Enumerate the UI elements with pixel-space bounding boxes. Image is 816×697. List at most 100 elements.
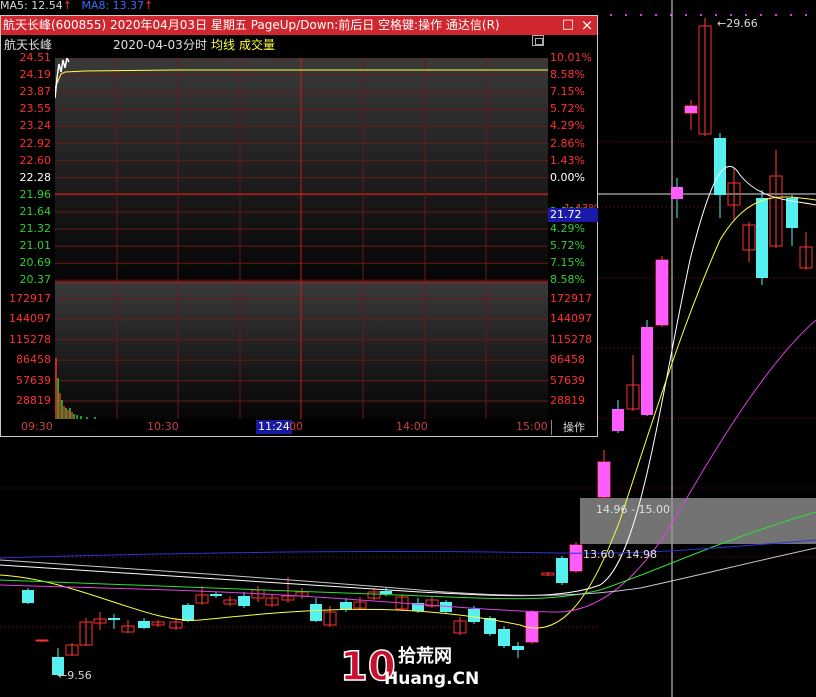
top-dot xyxy=(625,14,627,16)
candle-body-filled xyxy=(570,545,582,571)
percent-level-label: 7.15% xyxy=(550,85,585,99)
moving-average-legend: MA5: 12.54↑ MA8: 13.37↑ xyxy=(0,0,159,12)
candle-body xyxy=(210,594,222,596)
candle-body xyxy=(22,590,34,603)
candle-body xyxy=(786,198,798,228)
price-level-label: 24.19 xyxy=(19,68,52,82)
avg-line-label: 均线 xyxy=(211,38,236,52)
top-dot xyxy=(805,14,807,16)
volume-label: 成交量 xyxy=(239,38,276,52)
candle-body-filled xyxy=(598,462,610,497)
percent-level-label: 2.86% xyxy=(550,136,585,150)
watermark-domain: Huang.CN xyxy=(384,669,478,689)
top-dot xyxy=(655,14,657,16)
candle-body-filled xyxy=(612,409,624,431)
candle-body xyxy=(35,639,49,642)
volume-level-label: 115278 xyxy=(9,332,51,346)
percent-level-label: 7.15% xyxy=(550,256,585,270)
volume-level-label: 57639 xyxy=(550,373,585,387)
top-dot xyxy=(640,14,642,16)
candle-body xyxy=(238,596,250,606)
price-level-label: 22.28 xyxy=(19,170,52,184)
volume-level-label: 28819 xyxy=(16,394,51,407)
volume-level-label: 57639 xyxy=(16,373,51,387)
minimize-icon[interactable]: □ xyxy=(561,18,575,32)
candle-body xyxy=(310,604,322,621)
watermark-cn-text: 拾荒网 xyxy=(398,645,452,667)
period-high-label: ←29.66 xyxy=(717,17,758,30)
candle-body xyxy=(468,609,480,622)
percent-level-label: 4.29% xyxy=(550,119,585,133)
zone-upper-label: 14.96 - 15.00 xyxy=(596,503,670,516)
percent-level-label: 0.00% xyxy=(550,170,585,184)
ma8-value: MA8: 13.37 xyxy=(81,0,145,12)
popup-info-bar: 航天长峰 2020-04-03 分时 均线 成交量 xyxy=(1,35,597,55)
candle-body-filled xyxy=(656,260,668,325)
time-label-1300: 00 xyxy=(289,420,303,433)
price-level-label: 21.32 xyxy=(19,222,52,235)
candle-body-filled xyxy=(641,327,653,415)
candle-body-filled xyxy=(671,187,683,199)
price-level-label: 23.87 xyxy=(19,85,52,99)
price-level-label: 23.24 xyxy=(19,119,52,133)
chart-date: 2020-04-03 xyxy=(113,38,183,52)
time-label-1500: 15:00 xyxy=(516,420,548,433)
popup-title: 航天长峰(600855) 2020年04月03日 星期五 PageUp/Down… xyxy=(3,18,500,32)
intraday-popup-window[interactable]: 航天长峰(600855) 2020年04月03日 星期五 PageUp/Down… xyxy=(0,15,599,437)
time-label-1400: 14:00 xyxy=(396,420,428,433)
candle-body xyxy=(556,558,568,583)
period-low-label: ←9.56 xyxy=(58,669,92,682)
operate-button[interactable]: 操作 xyxy=(551,420,596,435)
price-level-label: 23.55 xyxy=(19,102,52,116)
candle-body xyxy=(512,646,524,650)
price-level-label: 21.96 xyxy=(19,187,52,201)
percent-level-label: 1.43% xyxy=(550,153,585,167)
price-level-label: 22.92 xyxy=(19,136,52,150)
popup-titlebar[interactable]: 航天长峰(600855) 2020年04月03日 星期五 PageUp/Down… xyxy=(1,16,597,35)
watermark-logo: 10 拾荒网 Huang.CN xyxy=(339,643,478,691)
candle-body xyxy=(714,138,726,195)
top-dot xyxy=(730,14,732,16)
volume-level-label: 86458 xyxy=(16,353,51,367)
top-dot xyxy=(700,14,702,16)
volume-level-label: 115278 xyxy=(550,332,592,346)
percent-level-label: 5.72% xyxy=(550,102,585,116)
top-dot xyxy=(715,14,717,16)
ma5-up-arrow-icon: ↑ xyxy=(62,0,72,12)
zone-lower-label: 13.60 - 14.98 xyxy=(583,548,657,561)
chart-mode: 分时 xyxy=(183,38,208,52)
price-level-label: 24.51 xyxy=(19,51,52,64)
volume-level-label: 144097 xyxy=(9,312,51,326)
percent-level-label: 8.58% xyxy=(550,273,585,287)
price-level-label: 22.60 xyxy=(19,153,52,167)
top-dot xyxy=(790,14,792,16)
ma8-up-arrow-icon: ↑ xyxy=(144,0,154,12)
percent-level-label: 10.01% xyxy=(550,51,592,64)
ma5-value: MA5: 12.54 xyxy=(0,0,63,12)
top-dot xyxy=(760,14,762,16)
candle-body-filled xyxy=(685,106,697,113)
top-dot xyxy=(685,14,687,16)
price-level-label: 20.69 xyxy=(19,256,52,270)
candle-body xyxy=(182,605,194,621)
volume-level-label: 86458 xyxy=(550,353,585,367)
price-level-label: 21.01 xyxy=(19,239,52,253)
candle-body xyxy=(108,618,120,620)
top-dot xyxy=(610,14,612,16)
time-label-cursor: 11:24 xyxy=(256,420,292,434)
close-icon[interactable]: × xyxy=(580,18,594,33)
candle-body xyxy=(380,591,392,594)
volume-level-label: 172917 xyxy=(9,292,51,305)
volume-level-label: 28819 xyxy=(550,394,585,407)
price-level-label: 20.37 xyxy=(19,273,52,287)
percent-level-label: 5.72% xyxy=(550,239,585,253)
cursor-price-tag: 21.72 xyxy=(548,208,598,222)
candle-body xyxy=(138,621,150,628)
volume-level-label: 172917 xyxy=(550,292,592,305)
percent-level-label: 8.58% xyxy=(550,68,585,82)
intraday-plot[interactable] xyxy=(55,58,548,419)
candle-body xyxy=(340,602,352,610)
restore-icon[interactable] xyxy=(532,35,544,46)
percent-level-label: 4.29% xyxy=(550,222,585,235)
candle-body xyxy=(756,198,768,278)
